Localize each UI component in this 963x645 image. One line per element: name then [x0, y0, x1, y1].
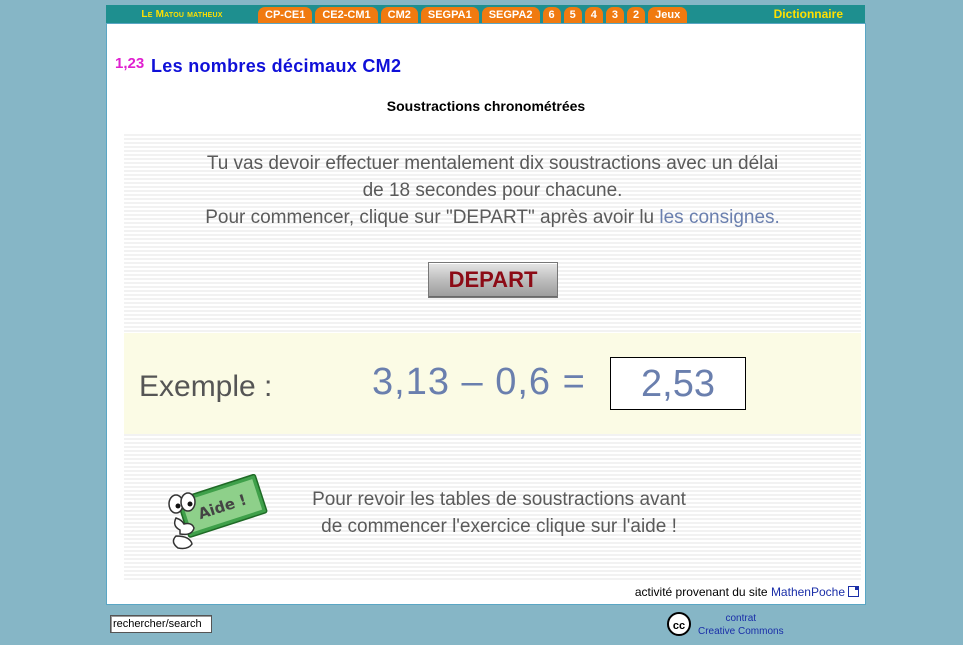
creative-commons-link[interactable]: contrat Creative Commons — [698, 612, 784, 638]
nav-tab-5[interactable]: 5 — [563, 7, 582, 23]
nav-tab-4[interactable]: 4 — [584, 7, 603, 23]
instructions-line-1: Tu vas devoir effectuer mentalement dix … — [206, 153, 779, 174]
nav-tab-segpa1[interactable]: SEGPA1 — [420, 7, 479, 23]
nav-dictionary-link[interactable]: Dictionnaire — [774, 7, 843, 21]
help-text-line-1: Pour revoir les tables de soustractions … — [312, 489, 686, 510]
nav-brand-link[interactable]: Le Matou matheux — [106, 9, 258, 20]
consignes-link[interactable]: les consignes. — [659, 207, 779, 228]
credit-prefix: activité provenant du site — [634, 585, 771, 599]
mathenpoche-link[interactable]: MathenPoche — [771, 585, 845, 599]
nav-tab-jeux[interactable]: Jeux — [648, 7, 688, 23]
creative-commons-icon[interactable]: cc — [667, 612, 691, 636]
help-text-line-2: de commencer l'exercice clique sur l'aid… — [321, 516, 677, 537]
example-expression: 3,13 – 0,6 = — [372, 361, 586, 403]
cc-line-1: contrat — [725, 613, 757, 624]
instructions-line-3-prefix: Pour commencer, clique sur "DEPART" aprè… — [205, 207, 660, 228]
nav-tab-cm2[interactable]: CM2 — [380, 7, 418, 23]
top-nav-bar: Le Matou matheux CP-CE1 CE2-CM1 CM2 SEGP… — [106, 5, 865, 23]
nav-tab-ce2-cm1[interactable]: CE2-CM1 — [315, 7, 378, 23]
example-label: Exemple : — [139, 370, 273, 403]
page-title: Les nombres décimaux CM2 — [151, 56, 402, 76]
instructions-line-2: de 18 secondes pour chacune. — [362, 180, 623, 201]
instructions-text: Tu vas devoir effectuer mentalement dix … — [124, 150, 861, 231]
depart-button[interactable]: DEPART — [428, 262, 558, 298]
example-strip: Exemple : 3,13 – 0,6 = 2,53 — [124, 333, 861, 434]
nav-tab-3[interactable]: 3 — [605, 7, 624, 23]
example-answer-box: 2,53 — [610, 357, 746, 410]
help-text: Pour revoir les tables de soustractions … — [274, 486, 724, 540]
external-link-icon — [848, 586, 859, 597]
cc-line-2: Creative Commons — [698, 626, 784, 637]
source-credit: activité provenant du site MathenPoche — [635, 585, 859, 599]
search-input[interactable]: rechercher/search — [110, 615, 212, 633]
exercise-subtitle: Soustractions chronométrées — [386, 98, 586, 114]
nav-tab-2[interactable]: 2 — [627, 7, 646, 23]
instructions-line-3: Pour commencer, clique sur "DEPART" aprè… — [124, 204, 861, 231]
decimal-badge-icon: 1,23 — [115, 55, 145, 72]
help-sign-icon: Aide ! — [168, 473, 268, 550]
content-panel: 1,23 Les nombres décimaux CM2 Soustracti… — [106, 23, 866, 605]
help-sign-button[interactable]: Aide ! — [162, 473, 272, 554]
nav-tab-segpa2[interactable]: SEGPA2 — [481, 7, 540, 23]
exercise-area: Tu vas devoir effectuer mentalement dix … — [124, 134, 861, 582]
nav-tab-6[interactable]: 6 — [542, 7, 561, 23]
nav-tab-cp-ce1[interactable]: CP-CE1 — [258, 7, 313, 23]
